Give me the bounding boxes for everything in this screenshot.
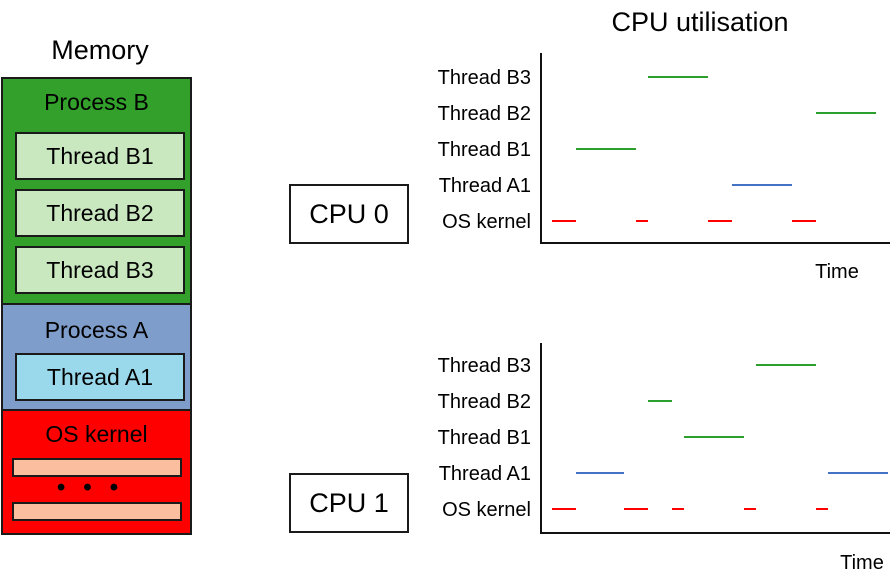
row-label-os-kernel: OS kernel	[442, 499, 531, 521]
row-label-thread-b3: Thread B3	[438, 355, 531, 377]
row-label-thread-b1: Thread B1	[438, 427, 531, 449]
row-label-thread-a1: Thread A1	[439, 463, 531, 485]
row-label-thread-b1: Thread B1	[438, 139, 531, 161]
cpu-utilisation-charts: Thread B3 Thread B2 Thread B1 Thread A1 OS k…	[438, 53, 890, 574]
x-axis-label: Time	[840, 552, 884, 574]
row-label-thread-b3: Thread B3	[438, 67, 531, 89]
row-label-thread-b2: Thread B2	[438, 391, 531, 413]
chart-cpu1: Thread B3 Thread B2 Thread B1 Thread A1 OS k…	[438, 343, 890, 574]
x-axis-label: Time	[815, 261, 859, 283]
row-label-os-kernel: OS kernel	[442, 211, 531, 233]
row-label-thread-b2: Thread B2	[438, 103, 531, 125]
row-label-thread-a1: Thread A1	[439, 175, 531, 197]
chart-cpu0: Thread B3 Thread B2 Thread B1 Thread A1 OS k…	[438, 53, 890, 283]
